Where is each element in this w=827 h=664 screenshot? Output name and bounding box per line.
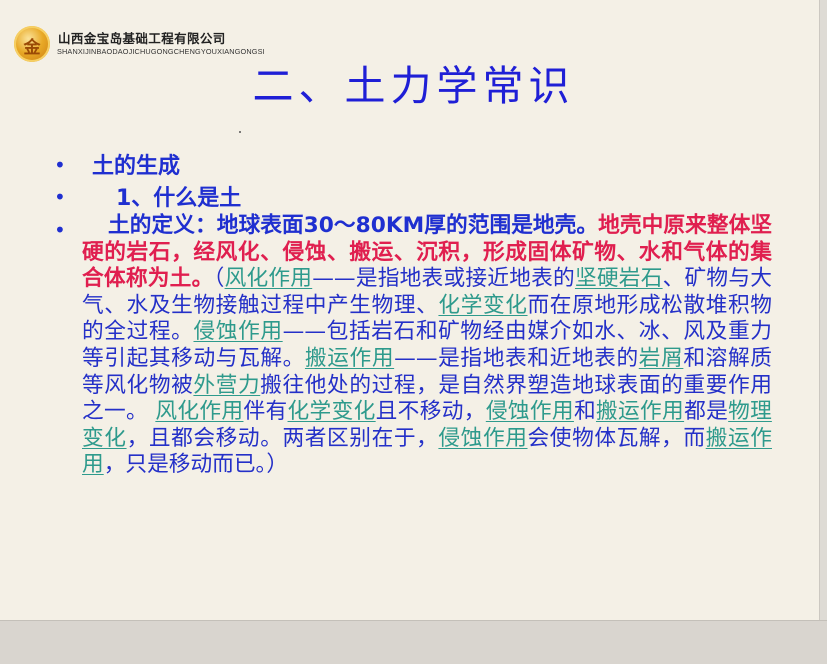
- text-segment: ——是指地表和近地表的: [394, 345, 639, 371]
- text-segment: ，只是移动而已。）: [103, 452, 289, 478]
- text-segment: ，且都会移动。两者区别在于，: [126, 425, 439, 451]
- stray-dot: [239, 131, 241, 133]
- company-name-cn: 山西金宝岛基础工程有限公司: [58, 31, 226, 46]
- link-chemical-change-2[interactable]: 化学变化: [288, 399, 376, 424]
- viewer-bottom-area: [0, 620, 827, 664]
- paren-open: （: [213, 266, 225, 292]
- bullet-heading-what-is-soil: 1、什么是土: [116, 186, 242, 211]
- bullet-heading-soil-formation: 土的生成: [92, 154, 181, 179]
- definition-paragraph: 土的定义：地球表面30～80KM厚的范围是地壳。地壳中原来整体坚硬的岩石，经风化…: [82, 213, 772, 479]
- bullet-marker: •: [54, 185, 66, 209]
- link-transport[interactable]: 搬运作用: [305, 346, 394, 371]
- link-erosion-2[interactable]: 侵蚀作用: [486, 399, 574, 424]
- bullet-marker: •: [54, 218, 66, 242]
- text-segment: 会使物体瓦解，而: [527, 425, 706, 451]
- slide-right-edge: [819, 0, 827, 620]
- link-weathering[interactable]: 风化作用: [225, 266, 313, 291]
- slide-canvas: 金 山西金宝岛基础工程有限公司 SHANXIJINBAODAOJICHUGONG…: [0, 0, 827, 620]
- definition-lead: 土的定义：地球表面30～80KM厚的范围是地壳。: [108, 213, 599, 238]
- link-erosion[interactable]: 侵蚀作用: [193, 319, 282, 344]
- link-chemical-change[interactable]: 化学变化: [438, 293, 527, 318]
- text-segment: 都是: [684, 399, 729, 425]
- text-segment: 和: [573, 399, 596, 425]
- link-weathering-2[interactable]: 风化作用: [155, 399, 243, 424]
- link-rock-debris[interactable]: 岩屑: [639, 346, 684, 371]
- bullet-marker: •: [54, 153, 66, 177]
- link-hard-rock[interactable]: 坚硬岩石: [575, 266, 663, 291]
- slide-title: 二、土力学常识: [252, 62, 575, 110]
- link-erosion-3[interactable]: 侵蚀作用: [438, 426, 527, 451]
- text-segment: 且不移动，: [375, 399, 486, 425]
- link-transport-2[interactable]: 搬运作用: [596, 399, 684, 424]
- text-segment: ——是指地表或接近地表的: [312, 266, 575, 292]
- link-exogenic-force[interactable]: 外营力: [193, 373, 260, 398]
- text-segment: 伴有: [243, 399, 288, 425]
